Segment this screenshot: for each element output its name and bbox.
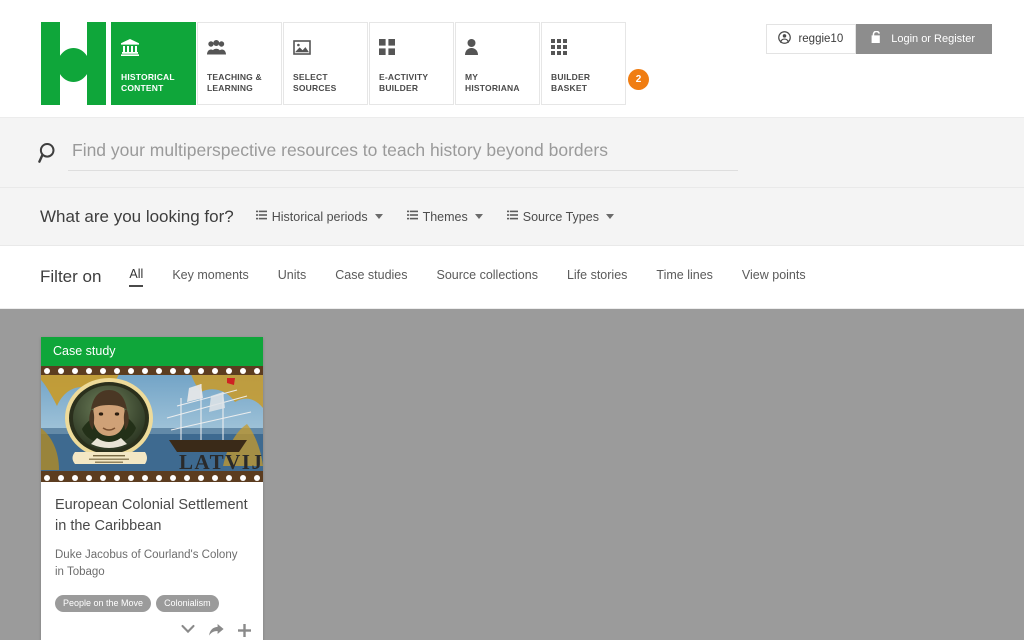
login-or-register-button[interactable]: Login or Register xyxy=(856,24,992,54)
nav-label-line2: BASKET xyxy=(551,82,588,93)
nav-label-line1: BUILDER xyxy=(551,72,591,83)
card-title[interactable]: European Colonial Settlement in the Cari… xyxy=(55,495,249,536)
filter-tab-time-lines[interactable]: Time lines xyxy=(656,268,713,287)
picture-icon xyxy=(293,34,360,60)
plus-icon[interactable] xyxy=(238,623,251,637)
card-tags: People on the Move Colonialism xyxy=(55,594,249,612)
historiana-logo-icon xyxy=(41,22,106,105)
list-icon xyxy=(406,210,418,224)
nav-label-line1: MY xyxy=(465,72,479,83)
unlock-padlock-icon xyxy=(870,30,882,47)
builder-basket-count-badge: 2 xyxy=(628,69,649,90)
card-tag[interactable]: Colonialism xyxy=(156,594,219,612)
grid-3x3-icon xyxy=(551,34,618,60)
dropdown-historical-periods[interactable]: Historical periods xyxy=(255,209,383,224)
nav-label-line2: SOURCES xyxy=(293,82,337,93)
site-header: HISTORICAL CONTENT TEACHING & LEARNING S… xyxy=(0,0,1024,118)
search-bar xyxy=(0,118,1024,188)
nav-tile-select-sources[interactable]: SELECT SOURCES xyxy=(283,22,368,105)
dropdown-themes[interactable]: Themes xyxy=(406,209,483,224)
filter-tabs: All Key moments Units Case studies Sourc… xyxy=(129,267,834,287)
card-tag[interactable]: People on the Move xyxy=(55,594,152,612)
dropdown-label: Themes xyxy=(422,209,468,224)
filter-tab-key-moments[interactable]: Key moments xyxy=(172,268,248,287)
nav-tile-label: HISTORICAL CONTENT xyxy=(121,72,175,93)
chevron-down-icon xyxy=(605,214,614,219)
search-icon xyxy=(38,142,68,164)
result-card[interactable]: Case study LATVIJ European Colonial Sett… xyxy=(41,337,263,640)
list-icon xyxy=(255,210,267,224)
nav-label-line2: CONTENT xyxy=(121,82,164,93)
card-thumbnail: LATVIJA xyxy=(41,366,263,482)
filter-on-title: Filter on xyxy=(40,267,102,286)
filter-tab-units[interactable]: Units xyxy=(278,268,306,287)
filter-tab-life-stories[interactable]: Life stories xyxy=(567,268,627,287)
card-type-badge: Case study xyxy=(41,337,263,366)
filter-tab-source-collections[interactable]: Source collections xyxy=(437,268,538,287)
dropdown-label: Source Types xyxy=(522,209,599,224)
nav-label-line1: E-ACTIVITY xyxy=(379,72,429,83)
nav-label-line2: HISTORIANA xyxy=(465,82,520,93)
grid-2x2-icon xyxy=(379,34,446,60)
nav-tile-label: SELECT SOURCES xyxy=(293,72,336,93)
dropdown-source-types[interactable]: Source Types xyxy=(506,209,614,224)
nav-tile-historical-content[interactable]: HISTORICAL CONTENT xyxy=(111,22,196,105)
chevron-down-icon xyxy=(374,214,383,219)
nav-label-line1: TEACHING & xyxy=(207,72,262,83)
user-circle-icon xyxy=(778,31,792,47)
search-input[interactable] xyxy=(68,134,738,171)
looking-for-title: What are you looking for? xyxy=(40,206,234,226)
nav-tile-label: E-ACTIVITY BUILDER xyxy=(379,72,428,93)
filter-tab-view-points[interactable]: View points xyxy=(742,268,806,287)
nav-tile-label: MY HISTORIANA xyxy=(465,72,520,93)
nav-label-line2: BUILDER xyxy=(379,82,419,93)
nav-tile-builder-basket[interactable]: BUILDER BASKET 2 xyxy=(541,22,649,105)
svg-text:LATVIJA: LATVIJA xyxy=(179,450,263,474)
list-icon xyxy=(506,210,518,224)
user-area: reggie10 Login or Register xyxy=(766,24,992,54)
latvia-postage-stamp-icon: LATVIJA xyxy=(41,366,263,482)
nav-tile-e-activity-builder[interactable]: E-ACTIVITY BUILDER xyxy=(369,22,454,105)
brand-and-nav: HISTORICAL CONTENT TEACHING & LEARNING S… xyxy=(41,22,649,105)
nav-tile-teaching-learning[interactable]: TEACHING & LEARNING xyxy=(197,22,282,105)
user-chip[interactable]: reggie10 xyxy=(766,24,857,54)
results-area: Case study LATVIJ European Colonial Sett… xyxy=(0,309,1024,640)
login-label: Login or Register xyxy=(891,33,975,45)
card-subtitle: Duke Jacobus of Courland's Colony in Tob… xyxy=(55,549,238,579)
nav-tile-label: TEACHING & LEARNING xyxy=(207,72,262,93)
chevron-down-icon[interactable] xyxy=(181,624,195,637)
filter-bar: Filter on All Key moments Units Case stu… xyxy=(0,246,1024,309)
nav-tile-my-historiana[interactable]: MY HISTORIANA xyxy=(455,22,540,105)
filter-tab-all[interactable]: All xyxy=(129,267,144,287)
dropdown-label: Historical periods xyxy=(271,209,368,224)
card-body: European Colonial Settlement in the Cari… xyxy=(41,482,263,618)
user-name: reggie10 xyxy=(798,33,844,45)
card-action-bar xyxy=(41,618,263,640)
looking-for-bar: What are you looking for? Historical per… xyxy=(0,188,1024,246)
chevron-down-icon xyxy=(474,214,483,219)
bank-icon xyxy=(121,34,188,60)
historiana-logo[interactable] xyxy=(41,22,106,105)
nav-label-line1: SELECT xyxy=(293,72,328,83)
nav-tile-label: BUILDER BASKET xyxy=(551,72,590,93)
nav-label-line2: LEARNING xyxy=(207,82,253,93)
share-arrow-icon[interactable] xyxy=(209,623,224,637)
filter-tab-case-studies[interactable]: Case studies xyxy=(335,268,407,287)
people-group-icon xyxy=(207,34,274,60)
person-icon xyxy=(465,34,532,60)
nav-label-line1: HISTORICAL xyxy=(121,72,175,83)
